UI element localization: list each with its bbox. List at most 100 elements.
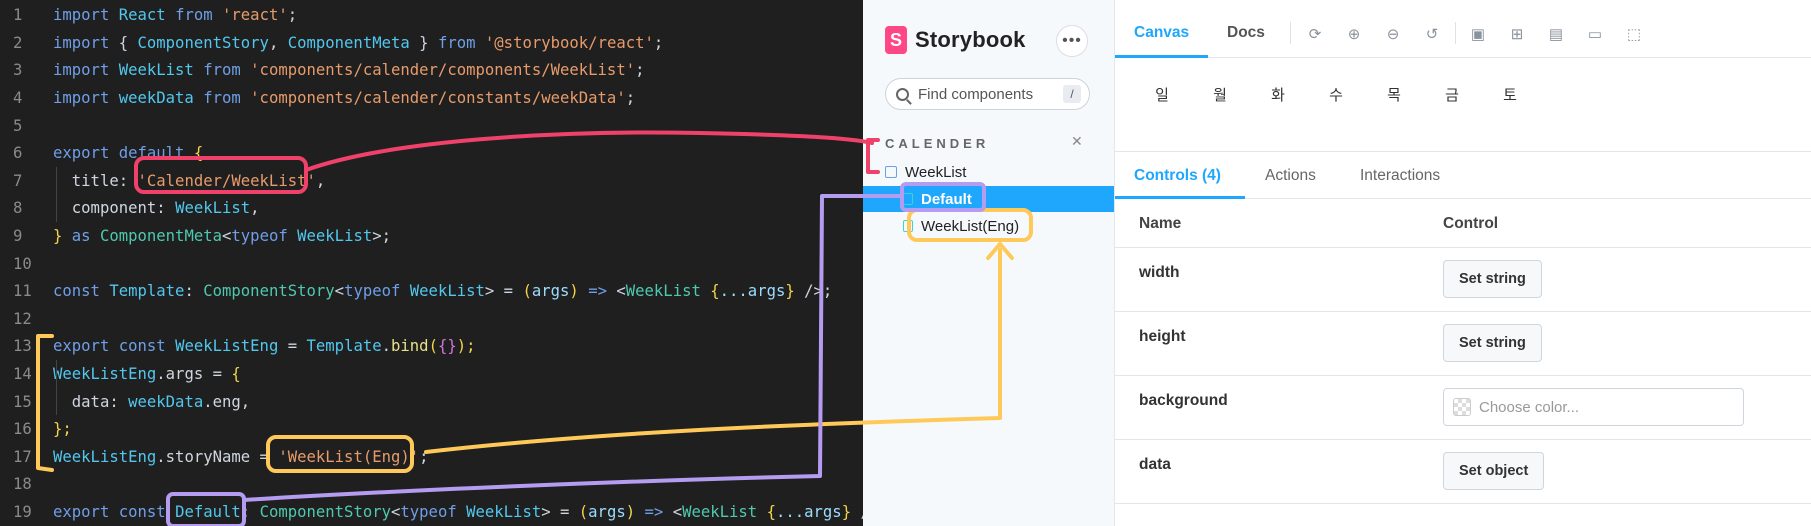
code-token: .args = — [156, 365, 232, 384]
column-header-control: Control — [1443, 215, 1499, 232]
tab-controls[interactable]: Controls (4) — [1134, 167, 1221, 185]
line-number: 19 — [13, 503, 32, 522]
weekday-label: 월 — [1213, 87, 1227, 104]
sidebar-item-label: WeekList(Eng) — [921, 217, 1020, 235]
code-line[interactable]: 1 import React from 'react'; — [0, 2, 863, 30]
sidebar-item-label: Default — [921, 190, 972, 208]
code-token: ( — [522, 282, 532, 301]
toolbar-divider — [1455, 22, 1456, 44]
code-line[interactable]: 17 WeekListEng.storyName = 'WeekList(Eng)… — [0, 443, 863, 471]
code-token: Default — [175, 503, 241, 522]
code-line[interactable]: 2 import { ComponentStory, ComponentMeta … — [0, 29, 863, 57]
code-line[interactable]: 12 — [0, 305, 863, 333]
sidebar-menu-button[interactable]: ••• — [1056, 25, 1088, 57]
code-token: => — [644, 503, 673, 522]
arg-name: background — [1139, 392, 1228, 409]
code-token: { — [766, 503, 776, 522]
zoom-in-icon[interactable]: ⊕ — [1344, 24, 1364, 44]
code-line[interactable]: 7 title: 'Calender/WeekList', — [0, 167, 863, 195]
code-text: import weekData from 'components/calende… — [42, 89, 635, 107]
code-token: .storyName = — [156, 447, 279, 466]
code-token: ; — [287, 6, 298, 25]
code-line[interactable]: 4 import weekData from 'components/calend… — [0, 84, 863, 112]
line-number: 17 — [13, 447, 32, 466]
tab-interactions[interactable]: Interactions — [1360, 167, 1440, 185]
search-input[interactable] — [918, 85, 1048, 103]
code-token: bind — [391, 337, 429, 356]
code-text: }; — [42, 420, 72, 438]
storybook-logo[interactable]: S Storybook — [885, 26, 1026, 54]
code-token: 'react' — [222, 6, 288, 25]
collapse-all-icon[interactable]: ✕ — [1071, 133, 1083, 150]
weekday-label: 일 — [1155, 87, 1169, 104]
tab-docs[interactable]: Docs — [1227, 24, 1265, 42]
code-line[interactable]: 8 component: WeekList, — [0, 195, 863, 223]
set-string-button[interactable]: Set string — [1443, 260, 1542, 298]
code-token: WeekListEng — [53, 447, 157, 466]
code-token: const — [53, 282, 110, 301]
viewport-icon[interactable]: ▤ — [1546, 24, 1566, 44]
code-token: WeekList — [466, 503, 542, 522]
outline-icon[interactable]: ⬚ — [1624, 24, 1644, 44]
search-box[interactable]: / — [885, 78, 1090, 110]
measure-icon[interactable]: ▭ — [1585, 24, 1605, 44]
line-number: 3 — [13, 61, 23, 80]
code-token: ; — [625, 89, 636, 108]
arg-name: width — [1139, 264, 1180, 281]
sidebar-item-weeklist[interactable]: WeekList — [863, 159, 1114, 185]
zoom-out-icon[interactable]: ⊖ — [1383, 24, 1403, 44]
code-token: 'components/calender/components/WeekList… — [250, 61, 636, 80]
code-token: import — [53, 33, 119, 52]
code-token: export — [53, 503, 119, 522]
reload-icon[interactable]: ⟳ — [1305, 24, 1325, 44]
code-line[interactable]: 15 data: weekData.eng, — [0, 388, 863, 416]
code-token: WeekList — [175, 199, 251, 218]
code-line[interactable]: 16}; — [0, 416, 863, 444]
code-line[interactable]: 3 import WeekList from 'components/calend… — [0, 57, 863, 85]
code-line[interactable]: 13 export const WeekListEng = Template.bi… — [0, 333, 863, 361]
code-editor[interactable]: 1 import React from 'react'; 2 import { Com… — [0, 0, 863, 526]
code-line[interactable]: 14 WeekListEng.args = { — [0, 360, 863, 388]
addon-tabs: Controls (4) Actions Interactions — [1115, 151, 1811, 199]
arg-name: height — [1139, 328, 1186, 345]
code-token: WeekList — [625, 282, 711, 301]
code-token: WeekList — [409, 282, 485, 301]
sidebar-item-weeklist-eng[interactable]: WeekList(Eng) — [863, 213, 1114, 239]
code-line[interactable]: 10 — [0, 250, 863, 278]
code-token: < — [672, 503, 683, 522]
code-line[interactable]: 19 export const Default: ComponentStory<t… — [0, 498, 863, 526]
color-input[interactable] — [1479, 398, 1739, 416]
code-token: } — [785, 282, 805, 301]
line-number: 7 — [13, 171, 23, 190]
color-swatch-icon[interactable] — [1453, 398, 1471, 416]
set-object-button[interactable]: Set object — [1443, 452, 1545, 490]
code-line[interactable]: 18 — [0, 471, 863, 499]
code-token: WeekListEng — [175, 337, 288, 356]
color-picker[interactable] — [1443, 388, 1744, 426]
code-line[interactable]: 6 export default { — [0, 140, 863, 168]
code-token: '@storybook/react' — [484, 33, 654, 52]
code-line[interactable]: 5 — [0, 112, 863, 140]
active-tab-indicator — [1115, 196, 1245, 199]
search-shortcut-badge: / — [1063, 85, 1081, 103]
code-token: import — [53, 6, 119, 25]
zoom-reset-icon[interactable]: ↺ — [1422, 24, 1442, 44]
code-line[interactable]: 11 const Template: ComponentStory<typeof … — [0, 278, 863, 306]
line-number: 8 — [13, 199, 23, 218]
code-line[interactable]: 9} as ComponentMeta<typeof WeekList>; — [0, 222, 863, 250]
code-text: const Template: ComponentStory<typeof We… — [42, 282, 832, 300]
weekday-label: 목 — [1387, 87, 1401, 104]
grid-icon[interactable]: ⊞ — [1507, 24, 1527, 44]
sidebar-item-label: WeekList — [905, 163, 967, 181]
tab-actions[interactable]: Actions — [1265, 167, 1316, 185]
background-icon[interactable]: ▣ — [1468, 24, 1488, 44]
active-tab-indicator — [1115, 55, 1208, 58]
sidebar-item-default[interactable]: Default — [863, 186, 1114, 212]
storybook-logo-icon: S — [885, 26, 907, 54]
sidebar-group-calender[interactable]: CALENDER — [885, 136, 989, 151]
tab-canvas[interactable]: Canvas — [1134, 24, 1189, 42]
set-string-button[interactable]: Set string — [1443, 324, 1542, 362]
code-token: ) — [625, 503, 645, 522]
code-token: >; — [372, 227, 392, 246]
arg-name: data — [1139, 456, 1171, 473]
